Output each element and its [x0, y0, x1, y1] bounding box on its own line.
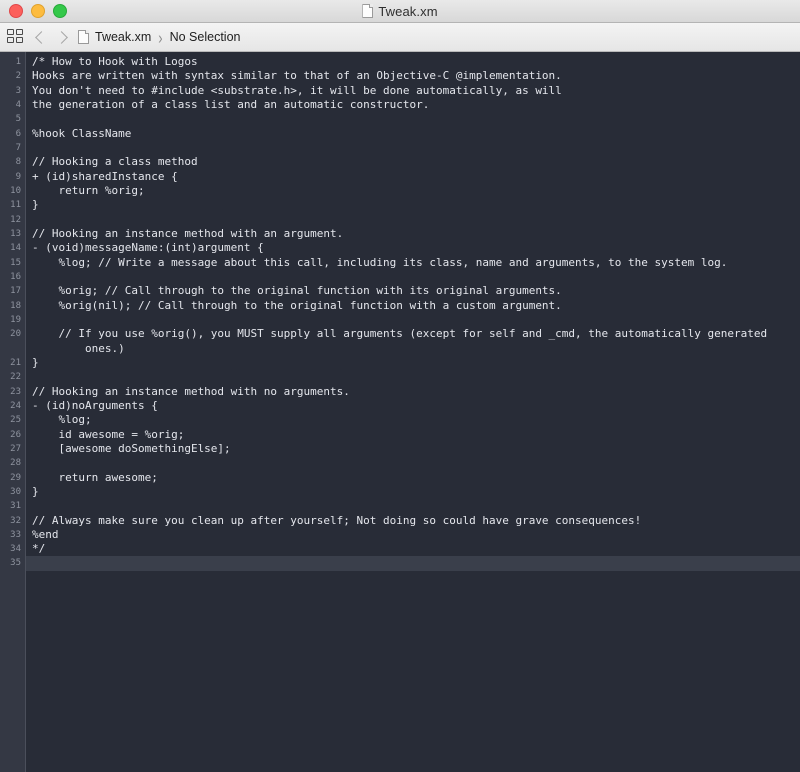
window-title: Tweak.xm [378, 3, 438, 19]
line-number: 27 [10, 443, 21, 454]
code-line[interactable]: return %orig; [32, 184, 800, 198]
minimize-button[interactable] [31, 4, 45, 18]
window-controls [0, 4, 67, 18]
line-number: 35 [10, 558, 21, 569]
code-line[interactable]: } [32, 356, 800, 370]
code-content[interactable]: /* How to Hook with Logos Hooks are writt… [26, 52, 800, 772]
chevron-right-icon[interactable] [55, 30, 68, 44]
line-number: 12 [10, 214, 21, 225]
code-line[interactable]: + (id)sharedInstance { [32, 170, 800, 184]
line-number: 19 [10, 314, 21, 325]
code-line[interactable]: */ [32, 542, 800, 556]
window-titlebar: Tweak.xm [0, 0, 800, 23]
line-number: 25 [10, 415, 21, 426]
breadcrumb-file[interactable]: Tweak.xm [95, 30, 151, 44]
code-line[interactable]: // Hooking a class method [32, 155, 800, 169]
chevron-separator-icon: › [158, 26, 163, 48]
maximize-button[interactable] [53, 4, 67, 18]
code-line[interactable]: return awesome; [32, 471, 800, 485]
code-line[interactable] [32, 313, 800, 327]
code-line[interactable] [32, 270, 800, 284]
code-line[interactable]: %end [32, 528, 800, 542]
navigation-arrows [35, 30, 68, 44]
line-number: 9 [15, 171, 21, 182]
code-line[interactable] [32, 213, 800, 227]
breadcrumb-selection[interactable]: No Selection [170, 30, 241, 44]
code-line[interactable]: // Always make sure you clean up after y… [32, 514, 800, 528]
code-line[interactable]: [awesome doSomethingElse]; [32, 442, 800, 456]
line-number: 31 [10, 501, 21, 512]
line-number: 4 [15, 99, 21, 110]
line-number: 32 [10, 515, 21, 526]
window-title-group: Tweak.xm [0, 0, 800, 22]
line-number: 18 [10, 300, 21, 311]
line-number-gutter: 1 2 3 4 5 6 7 8 9 10 11 12 13 14 15 16 17 18 19 20 21 22 23 24 2… [0, 52, 26, 772]
line-number: 34 [10, 544, 21, 555]
line-number: 7 [15, 142, 21, 153]
document-icon [78, 30, 89, 44]
xcode-window: Tweak.xm Tweak.xm › No Selection 1234567… [0, 0, 800, 772]
code-line[interactable]: } [32, 198, 800, 212]
code-line[interactable]: Hooks are written with syntax similar to… [32, 69, 800, 83]
line-number: 29 [10, 472, 21, 483]
code-line[interactable]: %orig; // Call through to the original f… [32, 284, 800, 298]
line-number: 20 [10, 329, 21, 340]
code-line[interactable]: id awesome = %orig; [32, 428, 800, 442]
grid-panels-icon[interactable] [7, 29, 25, 45]
code-line[interactable]: the generation of a class list and an au… [32, 98, 800, 112]
code-line[interactable]: // Hooking an instance method with no ar… [32, 385, 800, 399]
close-button[interactable] [9, 4, 23, 18]
code-line[interactable]: %log; [32, 413, 800, 427]
line-number: 13 [10, 228, 21, 239]
line-number: 30 [10, 486, 21, 497]
code-line[interactable]: %orig(nil); // Call through to the origi… [32, 299, 800, 313]
line-number: 22 [10, 372, 21, 383]
code-line[interactable]: - (id)noArguments { [32, 399, 800, 413]
line-number: 17 [10, 286, 21, 297]
code-line[interactable]: // Hooking an instance method with an ar… [32, 227, 800, 241]
jump-bar: Tweak.xm › No Selection [0, 23, 800, 52]
line-number: 3 [15, 85, 21, 96]
code-line[interactable]: /* How to Hook with Logos [32, 55, 800, 69]
code-line[interactable]: You don't need to #include <substrate.h>… [32, 84, 800, 98]
line-number: 33 [10, 529, 21, 540]
code-line[interactable]: // If you use %orig(), you MUST supply a… [32, 327, 800, 341]
line-number: 15 [10, 257, 21, 268]
code-line[interactable]: - (void)messageName:(int)argument { [32, 241, 800, 255]
line-number: 2 [15, 71, 21, 82]
line-number: 6 [15, 128, 21, 139]
chevron-left-icon[interactable] [35, 30, 48, 44]
line-number: 26 [10, 429, 21, 440]
line-number: 21 [10, 357, 21, 368]
breadcrumb: Tweak.xm › No Selection [78, 26, 241, 48]
document-icon [362, 4, 374, 18]
line-number: 5 [15, 114, 21, 125]
code-line[interactable]: } [32, 485, 800, 499]
line-number: 10 [10, 185, 21, 196]
code-line[interactable]: %log; // Write a message about this call… [32, 256, 800, 270]
code-line[interactable]: ones.) [32, 342, 800, 356]
source-editor[interactable]: 1 2 3 4 5 6 7 8 9 10 11 12 13 14 15 16 17 18 19 20 21 22 23 24 2… [0, 52, 800, 772]
line-number: 1 [15, 57, 21, 67]
code-line[interactable] [32, 112, 800, 126]
code-line[interactable] [26, 556, 800, 571]
code-line[interactable] [32, 499, 800, 513]
line-number: 14 [10, 243, 21, 254]
code-line[interactable]: %hook ClassName [32, 127, 800, 141]
line-number: 23 [10, 386, 21, 397]
line-number: 11 [10, 200, 21, 211]
line-number-wrap [0, 342, 25, 356]
line-number: 8 [15, 157, 21, 168]
code-line[interactable] [32, 141, 800, 155]
code-line[interactable] [32, 456, 800, 470]
line-number: 28 [10, 458, 21, 469]
line-number: 16 [10, 271, 21, 282]
line-number: 24 [10, 400, 21, 411]
code-line[interactable] [32, 370, 800, 384]
